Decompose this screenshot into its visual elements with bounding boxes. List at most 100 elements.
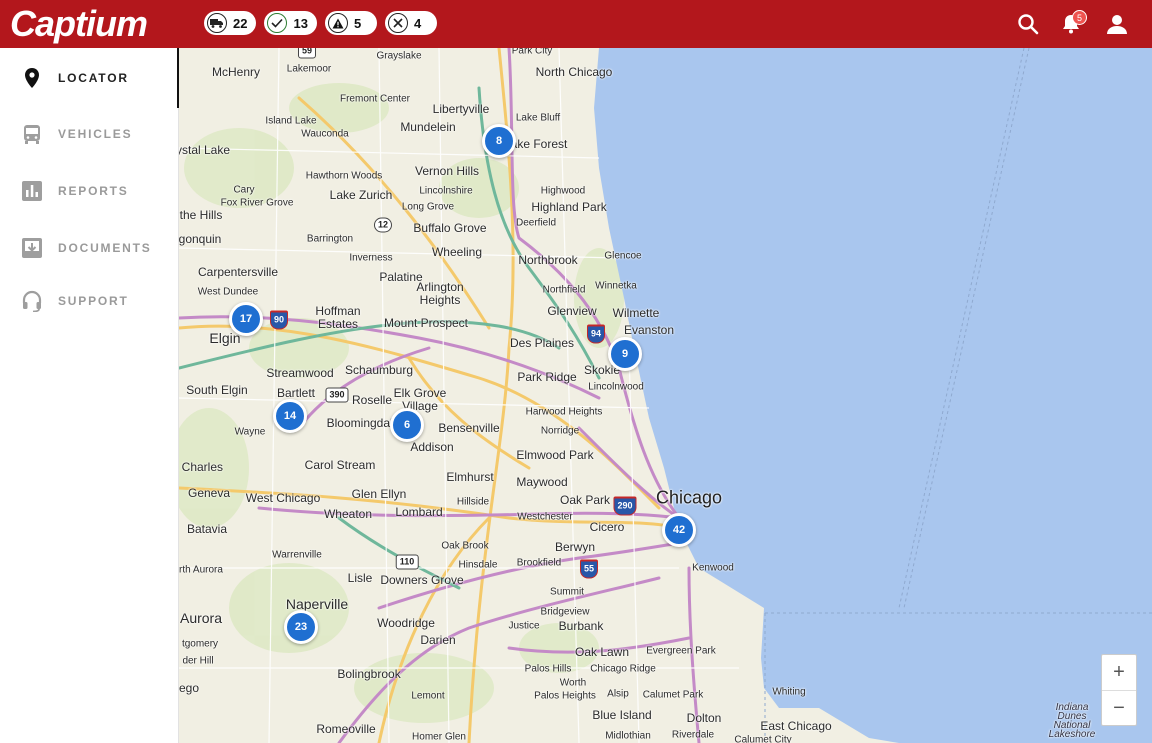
map-label: Inverness [349, 252, 393, 264]
map-label: Evergreen Park [646, 645, 716, 657]
map-label: Long Grove [401, 201, 455, 213]
map-label: Wayne [234, 426, 266, 438]
route-shield: 55 [579, 559, 599, 579]
notification-badge: 5 [1072, 10, 1087, 25]
vehicle-cluster[interactable]: 23 [284, 610, 318, 644]
map-label: Geneva [187, 486, 231, 500]
vehicle-cluster[interactable]: 8 [482, 124, 516, 158]
map-label: Riverdale [671, 729, 715, 741]
user-icon[interactable] [1105, 12, 1129, 36]
map-label: Northbrook [518, 253, 578, 267]
x-icon [387, 13, 408, 33]
map-label: Lake Bluff [515, 112, 561, 124]
sidebar-item-support[interactable]: SUPPORT [0, 281, 179, 321]
search-icon[interactable] [1016, 12, 1040, 36]
map-label: Blue Island [592, 708, 652, 722]
map-pin-icon [21, 67, 43, 89]
map-label: Addison [410, 440, 454, 454]
map-label: Westchester [517, 511, 573, 523]
map-label: Glencoe [604, 250, 642, 262]
document-download-icon [21, 237, 43, 259]
map-label: Maywood [516, 475, 568, 489]
map-label: Harwood Heights [525, 406, 603, 418]
sidebar-item-label: DOCUMENTS [58, 241, 152, 255]
map-label: Bolingbrook [337, 667, 401, 681]
map-label: Hinsdale [458, 559, 498, 571]
pill-vehicles[interactable]: 22 [204, 11, 257, 35]
map-label: Justice [508, 620, 540, 632]
sidebar-item-vehicles[interactable]: VEHICLES [0, 114, 179, 154]
pill-count: 4 [413, 15, 422, 31]
zoom-control: + − [1101, 654, 1137, 726]
route-shield: 94 [586, 324, 606, 344]
map-label: Mundelein [400, 120, 456, 134]
map-label: rth Aurora [179, 564, 223, 576]
map-label: Kenwood [692, 562, 734, 574]
map-label: Bridgeview [540, 606, 590, 618]
map-label: McHenry [211, 65, 261, 79]
pill-error[interactable]: 4 [384, 11, 437, 35]
vehicle-cluster[interactable]: 6 [390, 408, 424, 442]
map-label: Roselle [351, 393, 393, 407]
vehicle-cluster[interactable]: 9 [608, 337, 642, 371]
route-shield: 59 [297, 48, 317, 59]
map-label: Norridge [540, 425, 580, 437]
map-label: Schaumburg [344, 363, 414, 377]
zoom-in-button[interactable]: + [1102, 655, 1136, 690]
captium-logo[interactable]: Captium [10, 4, 148, 44]
map-label: Park City [511, 48, 553, 57]
map-label: Highwood [540, 185, 586, 197]
map-label: Wauconda [301, 128, 349, 140]
map-label: Chicago Ridge [590, 663, 656, 675]
map-label: Worth [559, 677, 587, 689]
sidebar-item-label: VEHICLES [58, 127, 133, 141]
headset-icon [21, 290, 43, 313]
route-shield: 90 [269, 310, 289, 330]
map-label: Carol Stream [304, 458, 376, 472]
map-view[interactable]: Grayslake Park City North Chicago McHenr… [179, 48, 1152, 743]
pill-ok[interactable]: 13 [264, 11, 317, 35]
route-shield: 12 [373, 217, 393, 233]
map-label: Hawthorn Woods [305, 170, 383, 182]
map-label: the Hills [179, 208, 223, 222]
check-icon [267, 13, 288, 33]
zoom-out-button[interactable]: − [1102, 690, 1136, 725]
map-label: East Chicago [760, 719, 832, 733]
map-label: Brookfield [516, 557, 562, 569]
map-label: Deerfield [515, 217, 557, 229]
map-label: Midlothian [605, 730, 651, 742]
warning-icon [327, 13, 348, 33]
map-label: Warrenville [272, 549, 322, 561]
map-label: Bloomingdale [326, 416, 400, 430]
map-label: Palos Heights [534, 690, 596, 702]
vehicle-cluster[interactable]: 14 [273, 399, 307, 433]
map-label: ego [179, 681, 200, 695]
map-label: Oak Lawn [574, 645, 630, 659]
map-label: Hoffman Estates [315, 304, 361, 331]
map-label: Arlington Heights [416, 280, 464, 307]
truck-icon [207, 13, 227, 33]
map-label: gonquin [179, 232, 222, 246]
pill-warning[interactable]: 5 [324, 11, 377, 35]
map-label: Vernon Hills [414, 164, 480, 178]
map-label: Glenview [547, 304, 597, 318]
vehicle-cluster[interactable]: 17 [229, 302, 263, 336]
map-label: South Elgin [186, 383, 248, 397]
map-label: Lincolnwood [588, 381, 644, 393]
map-label: Carpentersville [197, 265, 279, 279]
map-label: West Chicago [245, 491, 321, 505]
sidebar-item-locator[interactable]: LOCATOR [0, 48, 180, 108]
map-label: West Dundee [197, 286, 259, 298]
map-label: Chicago [655, 487, 723, 508]
map-label: Evanston [623, 323, 675, 337]
map-label: Bensenville [438, 421, 500, 435]
map-label: North Chicago [535, 65, 613, 79]
vehicle-cluster[interactable]: 42 [662, 513, 696, 547]
map-label: Streamwood [266, 366, 334, 380]
sidebar-item-documents[interactable]: DOCUMENTS [0, 228, 179, 268]
map-label: Lisle [347, 571, 373, 585]
map-label: Lemont [411, 690, 445, 702]
map-label: Highland Park [531, 200, 607, 214]
sidebar-item-reports[interactable]: REPORTS [0, 171, 179, 211]
map-label: Barrington [306, 233, 354, 245]
